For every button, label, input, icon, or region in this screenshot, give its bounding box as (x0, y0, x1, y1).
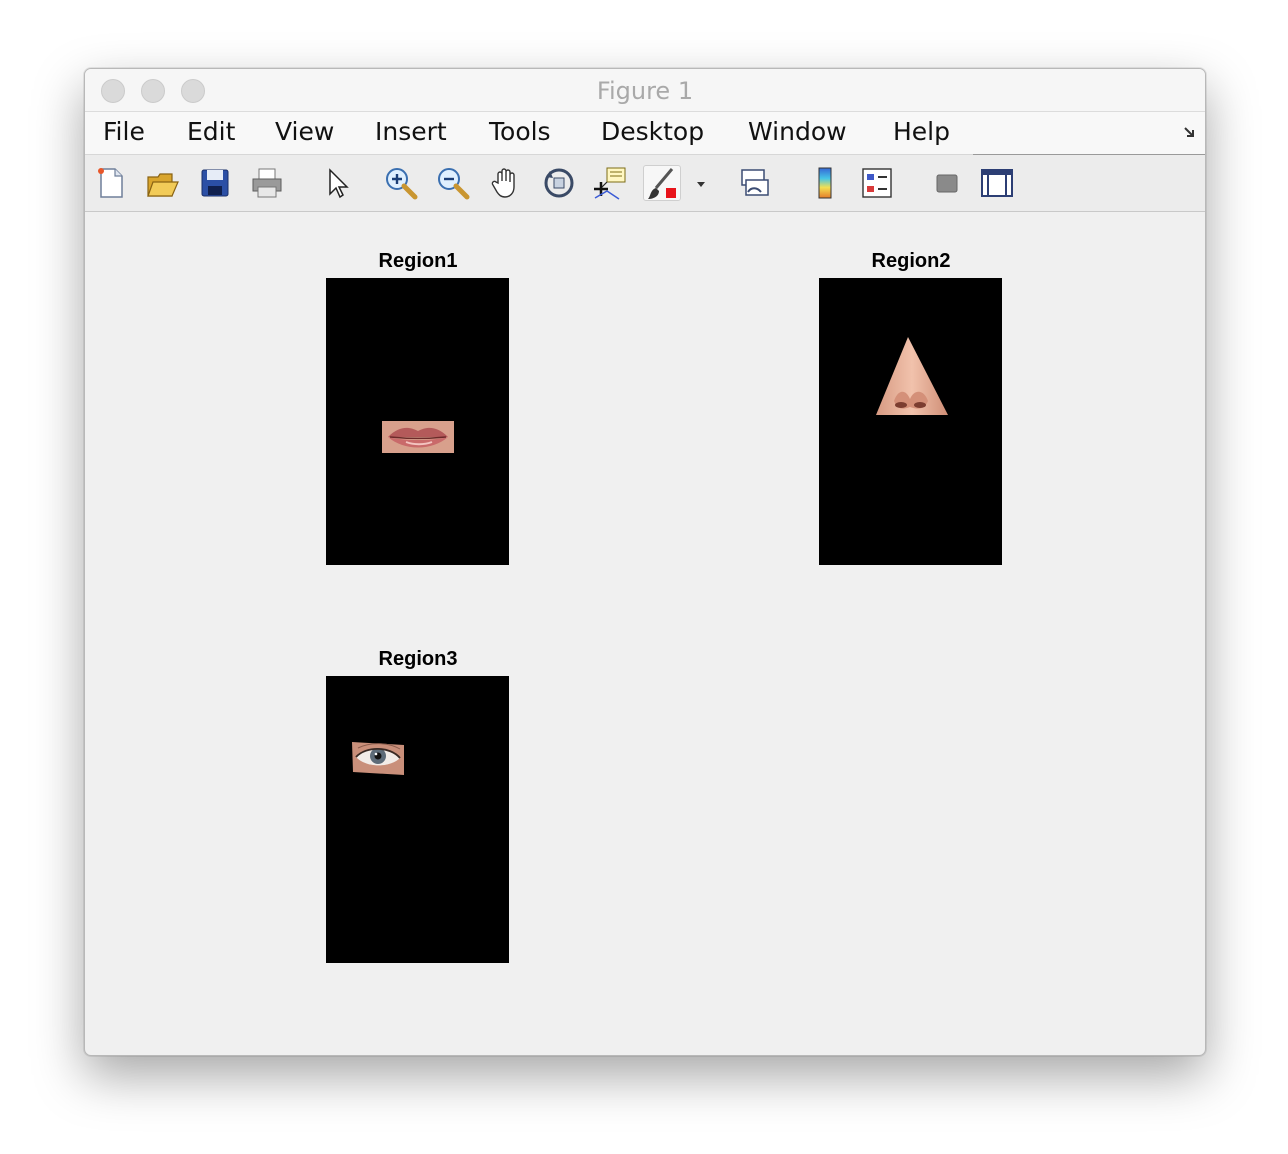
subplot-title-region3: Region3 (378, 648, 458, 670)
save-icon[interactable] (197, 165, 233, 201)
window-title: Figure 1 (596, 77, 694, 105)
menu-desktop[interactable]: Desktop (601, 117, 704, 146)
pointer-icon[interactable] (319, 165, 355, 201)
rotate-3d-icon[interactable] (541, 165, 577, 201)
legend-icon[interactable] (859, 165, 895, 201)
zoom-in-icon[interactable] (383, 165, 419, 201)
new-figure-icon[interactable] (93, 165, 129, 201)
figure-window: Figure 1 File Edit View Insert Tools Des… (84, 68, 1206, 1056)
colorbar-icon[interactable] (807, 165, 843, 201)
data-cursor-icon[interactable] (593, 165, 629, 201)
menu-edit[interactable]: Edit (187, 117, 235, 146)
brush-icon[interactable] (643, 165, 681, 201)
axes-region3[interactable] (326, 676, 509, 963)
link-plot-icon[interactable] (737, 165, 773, 201)
axes-region2[interactable] (819, 278, 1002, 565)
menu-bar: File Edit View Insert Tools Desktop Wind… (85, 112, 1205, 155)
pan-hand-icon[interactable] (489, 165, 525, 201)
menu-help[interactable]: Help (893, 117, 950, 146)
subplot-title-region1: Region1 (378, 250, 458, 272)
menu-view[interactable]: View (275, 117, 334, 146)
hide-plot-tools-icon[interactable] (929, 165, 965, 201)
show-plot-tools-icon[interactable] (979, 165, 1015, 201)
axes-region1[interactable] (326, 278, 509, 565)
open-file-icon[interactable] (145, 165, 181, 201)
zoom-out-icon[interactable] (435, 165, 471, 201)
lips-image (382, 421, 454, 453)
title-bar: Figure 1 (85, 69, 1205, 112)
figure-toolbar (85, 155, 1205, 212)
menu-file[interactable]: File (103, 117, 145, 146)
dock-figure-icon[interactable] (1183, 126, 1197, 140)
subplot-title-region2: Region2 (871, 250, 951, 272)
menu-tools[interactable]: Tools (489, 117, 551, 146)
menu-insert[interactable]: Insert (375, 117, 447, 146)
menu-window[interactable]: Window (748, 117, 847, 146)
print-icon[interactable] (249, 165, 285, 201)
eye-image (352, 742, 404, 775)
nose-image (876, 337, 948, 415)
dropdown-arrow-icon[interactable] (693, 165, 709, 201)
